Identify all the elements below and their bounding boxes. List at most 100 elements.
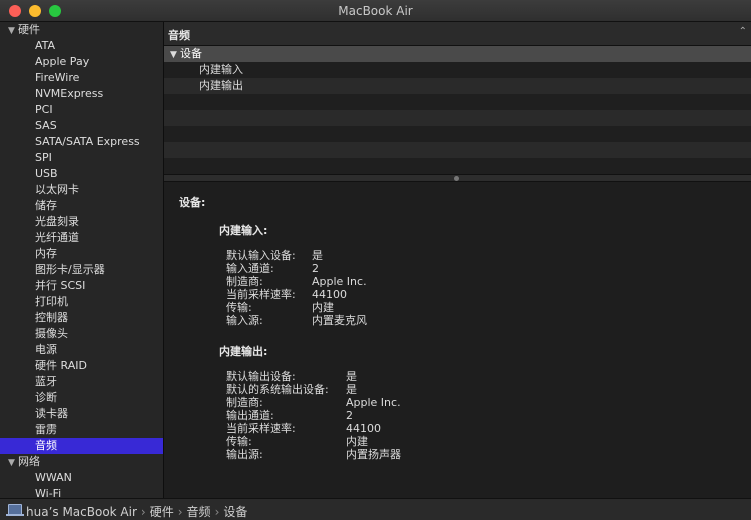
property-key: 输入源: <box>226 314 263 327</box>
property-row: 制造商: Apple Inc. <box>226 396 526 409</box>
property-key: 输出通道: <box>226 409 274 422</box>
sidebar-item[interactable]: 电源 <box>0 342 163 358</box>
sidebar-group[interactable]: ▼ 硬件 <box>0 22 163 38</box>
property-value: 44100 <box>346 422 381 435</box>
output-properties: 默认输出设备: 是默认的系统输出设备: 是制造商: Apple Inc. 输出通道: 2 当… <box>226 370 526 461</box>
property-value: 44100 <box>312 288 347 301</box>
property-key: 默认输入设备: <box>226 249 296 262</box>
empty-tree-row <box>164 142 751 158</box>
sidebar-item[interactable]: Wi-Fi <box>0 486 163 498</box>
property-key: 传输: <box>226 301 252 314</box>
column-header[interactable]: 音频 ⌃ <box>164 22 751 46</box>
tree-row-label: 设备 <box>180 47 202 60</box>
property-row: 输出源: 内置扬声器 <box>226 448 526 461</box>
property-key: 当前采样速率: <box>226 288 296 301</box>
property-row: 输入源: 内置麦克风 <box>226 314 526 327</box>
sidebar-item[interactable]: WWAN <box>0 470 163 486</box>
sidebar-item[interactable]: 光纤通道 <box>0 230 163 246</box>
splitter-handle-icon[interactable] <box>454 176 459 181</box>
property-value: Apple Inc. <box>346 396 401 409</box>
tree-row-label: 内建输出 <box>199 79 243 92</box>
tree-row[interactable]: 内建输入 <box>164 62 751 78</box>
empty-tree-row <box>164 158 751 174</box>
property-row: 当前采样速率: 44100 <box>226 288 526 301</box>
sidebar-item[interactable]: PCI <box>0 102 163 118</box>
disclosure-triangle-icon[interactable]: ▼ <box>8 23 18 39</box>
property-value: 内置扬声器 <box>346 448 401 461</box>
property-key: 制造商: <box>226 396 263 409</box>
property-row: 传输: 内建 <box>226 301 526 314</box>
sidebar-item[interactable]: 图形卡/显示器 <box>0 262 163 278</box>
breadcrumb-item[interactable]: 设备 <box>223 505 247 519</box>
property-value: 内置麦克风 <box>312 314 367 327</box>
sidebar-item[interactable]: 蓝牙 <box>0 374 163 390</box>
chevron-right-icon: › <box>177 505 183 519</box>
sidebar[interactable]: ▼ 硬件 ATA Apple Pay FireWire NVMExpress PCI SAS S… <box>0 22 164 498</box>
property-row: 输入通道: 2 <box>226 262 526 275</box>
property-key: 默认输出设备: <box>226 370 296 383</box>
sidebar-item[interactable]: 控制器 <box>0 310 163 326</box>
sidebar-group[interactable]: ▼ 网络 <box>0 454 163 470</box>
sidebar-item[interactable]: 音频 <box>0 438 163 454</box>
property-value: Apple Inc. <box>312 275 367 288</box>
property-row: 输出通道: 2 <box>226 409 526 422</box>
main-pane: 音频 ⌃ ▼ 设备 内建输入 内建输出 设备: 内建输入: 默认输入设备: 是输入通道:… <box>164 22 751 498</box>
empty-tree-row <box>164 126 751 142</box>
property-value: 2 <box>346 409 353 422</box>
sidebar-item[interactable]: FireWire <box>0 70 163 86</box>
sidebar-item[interactable]: 光盘刻录 <box>0 214 163 230</box>
tree-row-label: 内建输入 <box>199 63 243 76</box>
property-key: 当前采样速率: <box>226 422 296 435</box>
chevron-right-icon: › <box>214 505 220 519</box>
empty-tree-row <box>164 110 751 126</box>
property-row: 当前采样速率: 44100 <box>226 422 526 435</box>
property-row: 默认输入设备: 是 <box>226 249 526 262</box>
breadcrumb-item[interactable]: 音频 <box>187 505 211 519</box>
property-key: 输入通道: <box>226 262 274 275</box>
property-key: 传输: <box>226 435 252 448</box>
sidebar-item[interactable]: SATA/SATA Express <box>0 134 163 150</box>
property-row: 制造商: Apple Inc. <box>226 275 526 288</box>
sidebar-item[interactable]: 以太网卡 <box>0 182 163 198</box>
property-value: 2 <box>312 262 319 275</box>
device-tree[interactable]: ▼ 设备 内建输入 内建输出 <box>164 46 751 174</box>
chevron-right-icon: › <box>140 505 146 519</box>
sidebar-item[interactable]: 并行 SCSI <box>0 278 163 294</box>
window-title: MacBook Air <box>338 4 413 18</box>
breadcrumb-item[interactable]: hua’s MacBook Air <box>26 505 137 519</box>
status-bar: hua’s MacBook Air › 硬件 › 音频 › 设备 <box>0 498 751 520</box>
sidebar-item[interactable]: SAS <box>0 118 163 134</box>
sidebar-item[interactable]: USB <box>0 166 163 182</box>
sidebar-item[interactable]: ATA <box>0 38 163 54</box>
property-value: 是 <box>346 383 357 396</box>
sidebar-item[interactable]: 打印机 <box>0 294 163 310</box>
property-row: 默认的系统输出设备: 是 <box>226 383 526 396</box>
sidebar-item[interactable]: SPI <box>0 150 163 166</box>
property-key: 输出源: <box>226 448 263 461</box>
output-heading: 内建输出: <box>219 345 268 358</box>
title-bar: MacBook Air <box>0 0 751 22</box>
sidebar-item[interactable]: 雷雳 <box>0 422 163 438</box>
pane-splitter[interactable] <box>164 174 751 182</box>
breadcrumb-item[interactable]: 硬件 <box>150 505 174 519</box>
sidebar-item[interactable]: Apple Pay <box>0 54 163 70</box>
property-value: 内建 <box>312 301 334 314</box>
disclosure-triangle-icon[interactable]: ▼ <box>164 47 180 63</box>
tree-row[interactable]: 内建输出 <box>164 78 751 94</box>
disclosure-triangle-icon[interactable]: ▼ <box>8 455 18 471</box>
sidebar-item[interactable]: 读卡器 <box>0 406 163 422</box>
chevron-up-icon[interactable]: ⌃ <box>739 26 747 37</box>
sidebar-item[interactable]: 硬件 RAID <box>0 358 163 374</box>
sidebar-item[interactable]: NVMExpress <box>0 86 163 102</box>
breadcrumb: hua’s MacBook Air › 硬件 › 音频 › 设备 <box>26 503 247 520</box>
tree-row[interactable]: ▼ 设备 <box>164 46 751 62</box>
property-value: 是 <box>346 370 357 383</box>
sidebar-group-label: 硬件 <box>18 23 40 36</box>
sidebar-item[interactable]: 摄像头 <box>0 326 163 342</box>
sidebar-item[interactable]: 内存 <box>0 246 163 262</box>
laptop-icon <box>6 504 24 516</box>
empty-tree-row <box>164 94 751 110</box>
sidebar-item[interactable]: 储存 <box>0 198 163 214</box>
property-row: 默认输出设备: 是 <box>226 370 526 383</box>
sidebar-item[interactable]: 诊断 <box>0 390 163 406</box>
